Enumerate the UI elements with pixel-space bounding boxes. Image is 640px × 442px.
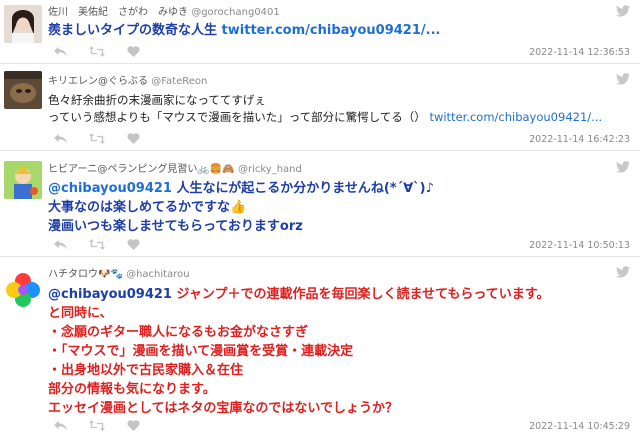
user-name[interactable]: キリエレン@ぐらぶる <box>48 76 148 87</box>
retweet-icon[interactable] <box>89 239 105 250</box>
twitter-bird-icon <box>616 5 630 17</box>
tweet-text-line: 色々紆余曲折の末漫画家になっててすげぇ <box>48 93 266 107</box>
tweet-text-line: 漫画いつも楽しませてもらっておりますorz <box>48 219 303 234</box>
tweet-header: 佐川 美佑紀 さがわ みゆき @gorochang0401 <box>48 3 280 18</box>
avatar[interactable] <box>4 71 42 109</box>
tweet-timestamp[interactable]: 2022-11-14 16:42:23 <box>529 134 630 145</box>
like-icon[interactable] <box>127 46 140 57</box>
tweet-header: キリエレン@ぐらぶる @FateReon <box>48 72 207 87</box>
tweet-text-line: ・念願のギター職人になるもお金がなさすぎ <box>48 325 309 340</box>
tweet-card[interactable]: キリエレン@ぐらぶる @FateReon 色々紆余曲折の末漫画家になっててすげぇ… <box>0 64 640 151</box>
tweet-text-line: ・出身地以外で古民家購入＆在住 <box>48 363 244 378</box>
user-name[interactable]: ハチタロウ🐶🐾 <box>48 269 123 280</box>
tweet-header: ハチタロウ🐶🐾 @hachitarou <box>48 265 190 280</box>
tweet-text-line: エッセイ漫画としてはネタの宝庫なのではないでしょうか？ <box>48 401 398 416</box>
tweet-link[interactable]: twitter.com/chibayou09421/... <box>222 23 441 38</box>
avatar[interactable] <box>4 161 42 199</box>
twitter-bird-icon <box>616 161 630 173</box>
user-handle[interactable]: @FateReon <box>151 76 207 87</box>
tweet-actions <box>54 133 140 144</box>
user-handle[interactable]: @ricky_hand <box>238 164 302 175</box>
user-handle[interactable]: @hachitarou <box>126 269 189 280</box>
user-handle[interactable]: @gorochang0401 <box>191 7 280 18</box>
tweet-text-line: 部分の情報も気になります。 <box>48 382 216 397</box>
tweet-actions <box>54 420 140 431</box>
tweet-link[interactable]: twitter.com/chibayou09421/... <box>429 110 602 124</box>
tweet-text-line: 人生なにが起こるか分かりませんね(*´∀`)♪ <box>171 181 434 196</box>
tweet-text-line: ジャンプ＋での連載作品を毎回楽しく読ませてもらっています。 <box>171 287 550 302</box>
reply-icon[interactable] <box>54 46 67 57</box>
mention-link[interactable]: @chibayou09421 <box>48 181 172 196</box>
tweet-text-line: 大事なのは楽しめてるかですな👍 <box>48 200 247 215</box>
tweet-header: ヒビアーニ@ペランピング見習い🚲🍔🙈 @ricky_hand <box>48 160 302 175</box>
tweet-actions <box>54 239 140 250</box>
tweet-text-line: ・「マウスで」漫画を描いて漫画賞を受賞・連載決定 <box>48 344 354 359</box>
retweet-icon[interactable] <box>89 420 105 431</box>
tweet-text-line: 羨ましいタイプの数奇な人生 <box>48 23 218 38</box>
user-name[interactable]: 佐川 美佑紀 さがわ みゆき <box>48 7 188 18</box>
retweet-icon[interactable] <box>89 46 105 57</box>
reply-icon[interactable] <box>54 133 67 144</box>
tweet-card[interactable]: ハチタロウ🐶🐾 @hachitarou @chibayou09421 ジャンプ＋… <box>0 257 640 442</box>
tweet-text: 羨ましいタイプの数奇な人生 twitter.com/chibayou09421/… <box>48 21 628 40</box>
tweet-card[interactable]: 佐川 美佑紀 さがわ みゆき @gorochang0401 羨ましいタイプの数奇… <box>0 0 640 64</box>
twitter-bird-icon <box>616 266 630 278</box>
user-name[interactable]: ヒビアーニ@ペランピング見習い🚲🍔🙈 <box>48 164 235 175</box>
tweet-text: @chibayou09421 ジャンプ＋での連載作品を毎回楽しく読ませてもらって… <box>48 285 628 418</box>
like-icon[interactable] <box>127 133 140 144</box>
mention-link[interactable]: @chibayou09421 <box>48 287 172 302</box>
avatar[interactable] <box>4 271 42 309</box>
tweet-timestamp[interactable]: 2022-11-14 10:45:29 <box>529 421 630 432</box>
twitter-bird-icon <box>616 73 630 85</box>
tweet-card[interactable]: ヒビアーニ@ペランピング見習い🚲🍔🙈 @ricky_hand @chibayou… <box>0 151 640 257</box>
tweet-text: 色々紆余曲折の末漫画家になっててすげぇ っていう感想よりも「マウスで漫画を描いた… <box>48 92 628 126</box>
tweet-timestamp[interactable]: 2022-11-14 10:50:13 <box>529 240 630 251</box>
reply-icon[interactable] <box>54 239 67 250</box>
tweet-timestamp[interactable]: 2022-11-14 12:36:53 <box>529 47 630 58</box>
like-icon[interactable] <box>127 420 140 431</box>
like-icon[interactable] <box>127 239 140 250</box>
reply-icon[interactable] <box>54 420 67 431</box>
tweet-actions <box>54 46 140 57</box>
avatar[interactable] <box>4 5 42 43</box>
retweet-icon[interactable] <box>89 133 105 144</box>
tweet-text-line: と同時に、 <box>48 306 113 321</box>
tweet-text-line: っていう感想よりも「マウスで漫画を描いた」って部分に驚愕してる（） <box>48 110 426 124</box>
tweet-text: @chibayou09421 人生なにが起こるか分かりませんね(*´∀`)♪ 大… <box>48 179 628 236</box>
